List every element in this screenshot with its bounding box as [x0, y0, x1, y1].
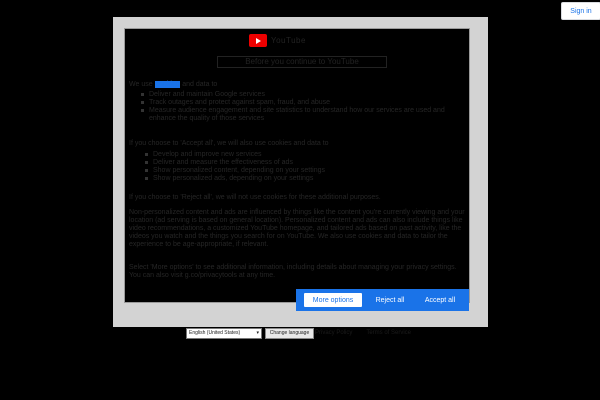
sign-in-button[interactable]: Sign in — [561, 2, 600, 20]
chevron-down-icon: ▾ — [256, 330, 259, 336]
list-item: Deliver and maintain Google services — [141, 91, 461, 99]
accept-all-button[interactable]: Accept all — [415, 289, 465, 311]
bullet-list-a: Deliver and maintain Google services Tra… — [141, 91, 461, 123]
list-item: Measure audience engagement and site sta… — [141, 107, 461, 123]
terms-of-service-link[interactable]: Terms of Service — [366, 330, 411, 336]
personalization-text: Non-personalized content and ads are inf… — [129, 209, 465, 248]
change-language-button[interactable]: Change language — [265, 327, 314, 339]
list-item: Show personalized ads, depending on your… — [145, 175, 345, 183]
section-b-text: If you choose to 'Accept all', we will a… — [129, 140, 329, 147]
footer-links: Privacy Policy Terms of Service — [315, 330, 411, 336]
privacy-policy-link[interactable]: Privacy Policy — [315, 330, 352, 336]
list-item: Show personalized content, depending on … — [145, 167, 345, 175]
reject-all-button[interactable]: Reject all — [365, 289, 415, 311]
youtube-play-icon — [249, 34, 267, 47]
more-options-button[interactable]: More options — [303, 292, 363, 308]
bullet-list-b: Develop and improve new services Deliver… — [145, 151, 345, 183]
list-item: Track outages and protect against spam, … — [141, 99, 461, 107]
intro-text: We use cookies and data to — [129, 81, 218, 88]
youtube-logo: YouTube — [249, 34, 306, 47]
language-row: English (United States) ▾ Change languag… — [186, 325, 314, 341]
section-c-text: If you choose to 'Reject all', we will n… — [129, 194, 381, 201]
consent-dialog: YouTube Before you continue to YouTube W… — [113, 17, 488, 327]
logo-text: YouTube — [271, 36, 306, 45]
cookies-link[interactable]: cookies — [154, 81, 181, 88]
more-options-text: Select 'More options' to see additional … — [129, 264, 457, 279]
dialog-title: Before you continue to YouTube — [217, 56, 387, 68]
list-item: Develop and improve new services — [145, 151, 345, 159]
list-item: Deliver and measure the effectiveness of… — [145, 159, 345, 167]
language-select[interactable]: English (United States) ▾ — [186, 327, 262, 339]
consent-content: YouTube Before you continue to YouTube W… — [124, 28, 470, 303]
